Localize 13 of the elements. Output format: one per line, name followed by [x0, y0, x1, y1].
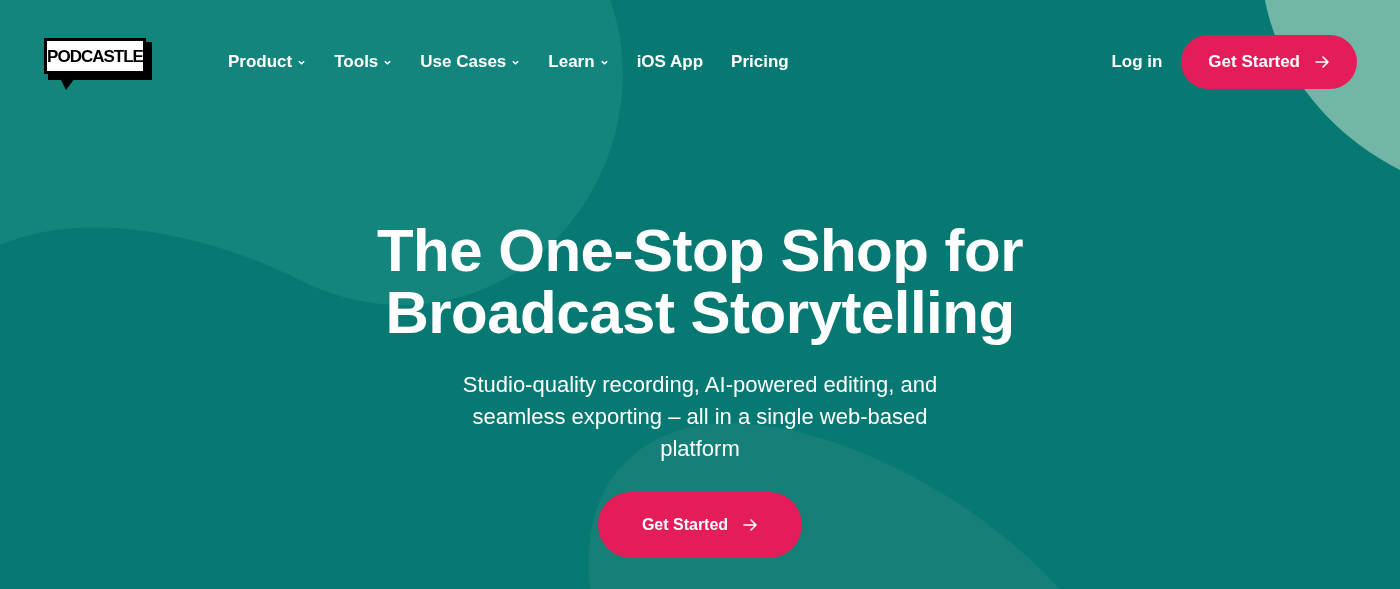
nav-link[interactable]: Tools	[334, 49, 393, 75]
hero-subtitle: Studio-quality recording, AI-powered editing, and seamless exporting – all in a single web-based platform	[461, 371, 939, 463]
login-link[interactable]: Log in	[1111, 49, 1163, 75]
nav-link[interactable]: iOS App	[636, 49, 704, 75]
hero-title: The One-Stop Shop for Broadcast Storytelling	[376, 220, 1024, 344]
nav-link[interactable]: Product	[228, 49, 307, 75]
nav-link[interactable]: Pricing	[731, 49, 789, 75]
arrow-right-icon	[742, 517, 759, 533]
nav-link[interactable]: Learn	[548, 49, 609, 75]
arrow-right-icon	[1314, 54, 1330, 70]
get-started-button[interactable]: Get Started	[597, 492, 803, 558]
get-started-button[interactable]: Get Started	[1181, 35, 1357, 89]
nav-link[interactable]: Use Cases	[420, 49, 521, 75]
